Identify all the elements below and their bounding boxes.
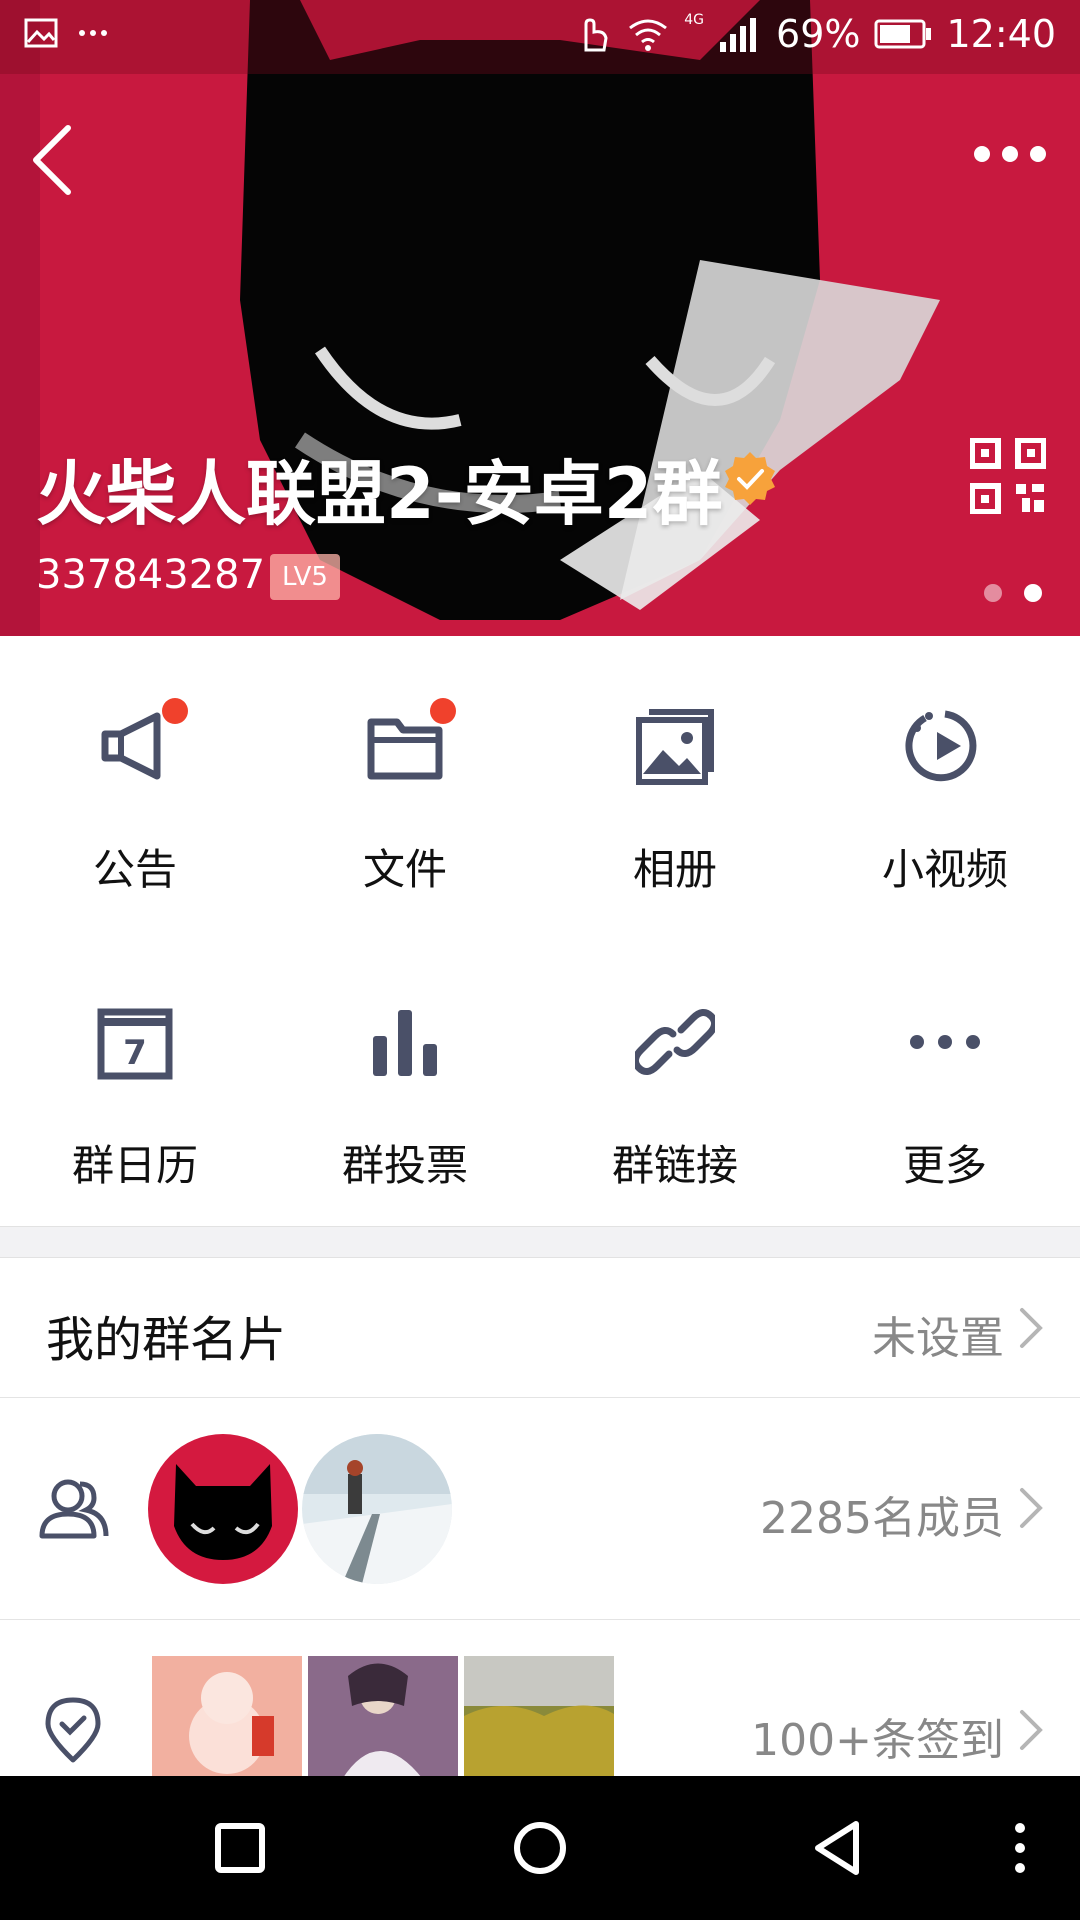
grid-label: 群日历 xyxy=(71,1141,198,1190)
grid-label: 更多 xyxy=(902,1141,987,1190)
checkin-count: 100+条签到 xyxy=(751,1715,1004,1766)
chevron-right-icon xyxy=(1020,1488,1043,1528)
grid-label: 相册 xyxy=(632,845,717,894)
member-count: 2285名成员 xyxy=(760,1493,1004,1544)
members-icon xyxy=(39,1479,109,1539)
hand-icon xyxy=(584,18,608,52)
top-bar xyxy=(0,74,1080,224)
link-icon xyxy=(635,1009,715,1075)
grid-item-album[interactable]: 相册 xyxy=(540,636,810,932)
feature-grid: 公告 文件 相册 小视频 7 群日历 群投票 群链接 更多 xyxy=(0,636,1080,1226)
image-icon xyxy=(24,18,58,48)
grid-label: 群链接 xyxy=(611,1141,738,1190)
group-card-title: 我的群名片 xyxy=(46,1312,287,1368)
grid-item-video[interactable]: 小视频 xyxy=(810,636,1080,932)
checkin-thumbnail[interactable] xyxy=(308,1656,458,1786)
grid-item-more[interactable]: 更多 xyxy=(810,932,1080,1228)
signal-icon xyxy=(720,18,757,52)
calendar-day: 7 xyxy=(123,1033,147,1073)
grid-item-announcement[interactable]: 公告 xyxy=(0,636,270,932)
more-options-button[interactable] xyxy=(970,134,1050,174)
group-card-row[interactable]: 我的群名片 未设置 xyxy=(0,1258,1080,1398)
member-avatar[interactable] xyxy=(302,1434,452,1584)
battery-icon xyxy=(874,19,932,49)
group-id: 337843287 xyxy=(36,552,266,598)
unread-badge xyxy=(430,698,456,724)
pager-dots xyxy=(984,584,1042,602)
pager-dot-active xyxy=(1024,584,1042,602)
more-icon xyxy=(910,1035,980,1049)
wifi-icon xyxy=(629,19,668,51)
menu-dots-button[interactable] xyxy=(1000,1818,1040,1878)
status-bar: 4G 69% 12:40 xyxy=(0,0,1080,74)
megaphone-icon xyxy=(101,712,161,780)
checkin-row[interactable]: 100+条签到 xyxy=(0,1620,1080,1786)
unread-badge xyxy=(162,698,188,724)
home-button[interactable] xyxy=(510,1818,570,1878)
battery-percent: 69% xyxy=(776,12,861,56)
back-nav-button[interactable] xyxy=(808,1818,868,1878)
system-nav-bar xyxy=(0,1776,1080,1920)
group-card-value: 未设置 xyxy=(872,1313,1004,1364)
clock: 12:40 xyxy=(946,12,1056,56)
album-icon xyxy=(636,709,714,785)
grid-item-calendar[interactable]: 7 群日历 xyxy=(0,932,270,1228)
level-badge: LV5 xyxy=(270,554,340,600)
checkin-thumbnail[interactable] xyxy=(152,1656,302,1786)
calendar-icon: 7 xyxy=(97,1008,173,1080)
grid-label: 小视频 xyxy=(881,845,1008,894)
verified-badge-icon xyxy=(725,452,775,505)
member-avatar[interactable] xyxy=(148,1434,298,1584)
section-divider xyxy=(0,1226,1080,1258)
grid-label: 公告 xyxy=(92,845,177,894)
group-title: 火柴人联盟2-安卓2群 xyxy=(36,453,723,535)
back-button[interactable] xyxy=(20,114,90,204)
video-icon xyxy=(905,710,977,782)
grid-label: 群投票 xyxy=(341,1141,468,1190)
recents-button[interactable] xyxy=(210,1818,270,1878)
bar-chart-icon xyxy=(373,1010,437,1076)
grid-item-files[interactable]: 文件 xyxy=(270,636,540,932)
chevron-right-icon xyxy=(1020,1308,1043,1348)
qr-code-button[interactable] xyxy=(970,438,1046,514)
checkin-thumbnail[interactable] xyxy=(464,1656,614,1786)
pager-dot xyxy=(984,584,1002,602)
members-row[interactable]: 2285名成员 xyxy=(0,1398,1080,1620)
more-dots-icon xyxy=(79,30,107,36)
location-check-icon xyxy=(45,1697,101,1763)
grid-item-vote[interactable]: 群投票 xyxy=(270,932,540,1228)
grid-item-link[interactable]: 群链接 xyxy=(540,932,810,1228)
network-type: 4G xyxy=(684,12,705,28)
chevron-right-icon xyxy=(1020,1710,1043,1750)
grid-label: 文件 xyxy=(362,845,447,894)
group-header: 4G 69% 12:40 火柴人联盟2-安卓2群 337843287 LV5 xyxy=(0,0,1080,636)
